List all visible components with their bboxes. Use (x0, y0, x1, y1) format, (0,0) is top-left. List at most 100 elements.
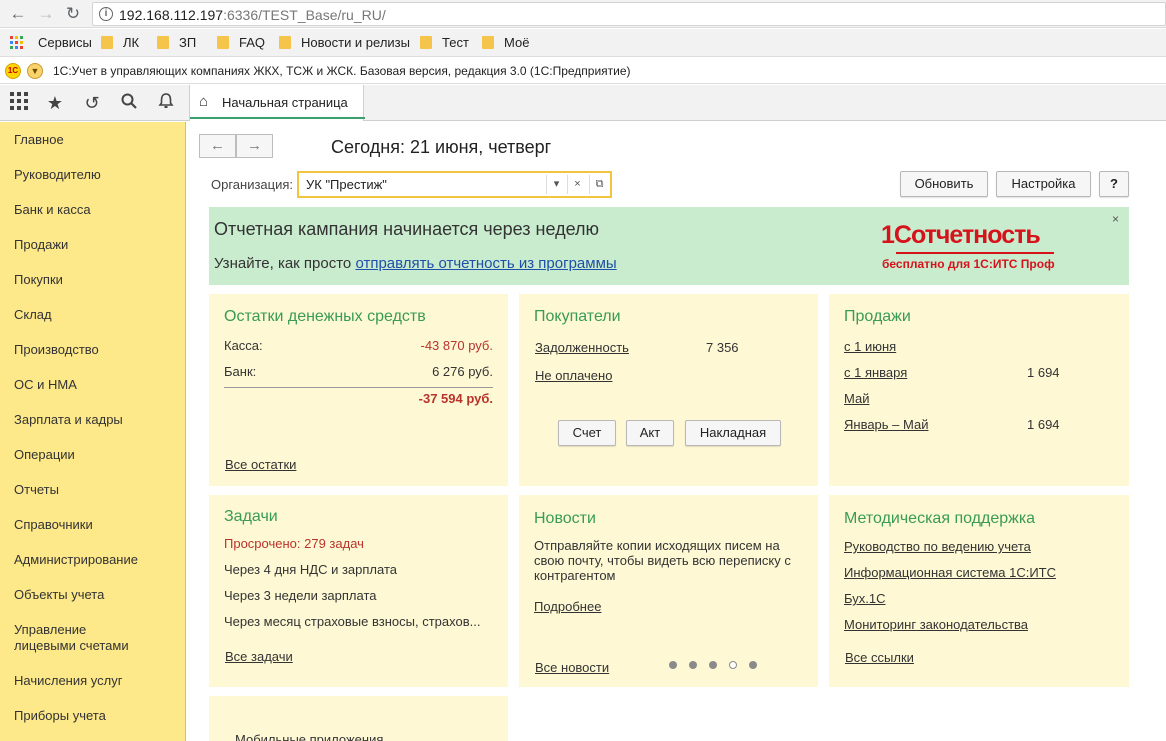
refresh-button[interactable]: Обновить (900, 171, 988, 197)
support-link[interactable]: Руководство по ведению учета (844, 539, 1031, 554)
help-button[interactable]: ? (1099, 171, 1129, 197)
active-tab-indicator (190, 117, 365, 119)
settings-button[interactable]: Настройка (996, 171, 1091, 197)
card-title: Продажи (844, 308, 911, 325)
sidebar-item-main[interactable]: Главное (14, 132, 64, 148)
notifications-bell-icon[interactable] (155, 92, 177, 114)
bookmark-zp[interactable]: ЗП (157, 35, 196, 50)
url-input[interactable]: i 192.168.112.197:6336/TEST_Base/ru_RU/ (92, 2, 1166, 26)
support-link[interactable]: Мониторинг законодательства (844, 617, 1028, 632)
debt-link[interactable]: Задолженность (535, 340, 629, 355)
sidebar-item-purchases[interactable]: Покупки (14, 272, 63, 288)
sidebar-item-warehouse[interactable]: Склад (14, 307, 52, 323)
task-item[interactable]: Через 3 недели зарплата (224, 588, 376, 603)
support-card: Методическая поддержка Руководство по ве… (829, 495, 1129, 687)
carousel-dot[interactable] (689, 661, 697, 669)
total-value: -37 594 руб. (418, 391, 493, 406)
carousel-dot-active[interactable] (729, 661, 737, 669)
back-arrow-icon[interactable]: ← (7, 3, 29, 25)
clear-x-icon[interactable]: × (567, 175, 587, 194)
organization-value: УК "Престиж" (306, 177, 387, 192)
bank-value: 6 276 руб. (432, 364, 493, 379)
support-link[interactable]: Информационная система 1С:ИТС (844, 565, 1056, 580)
organization-input[interactable]: УК "Престиж" ▾ × ⧉ (297, 171, 612, 198)
sidebar-item-bank-cash[interactable]: Банк и касса (14, 202, 91, 218)
sidebar-item-fixed-assets[interactable]: ОС и НМА (14, 377, 77, 393)
sections-sidebar: Главное Руководителю Банк и касса Продаж… (0, 122, 186, 741)
invoice-button[interactable]: Счет (558, 420, 616, 446)
sidebar-item-production[interactable]: Производство (14, 342, 99, 358)
cash-balances-card: Остатки денежных средств Касса: -43 870 … (209, 294, 508, 486)
sidebar-item-catalogs[interactable]: Справочники (14, 517, 93, 533)
sidebar-item-service-charges[interactable]: Начисления услуг (14, 673, 122, 689)
support-link[interactable]: Бух.1С (844, 591, 885, 606)
bookmarks-bar: Сервисы ЛК ЗП FAQ Новости и релизы Тест … (0, 29, 1166, 57)
news-more-link[interactable]: Подробнее (534, 599, 601, 614)
all-balances-link[interactable]: Все остатки (225, 457, 296, 472)
forward-arrow-icon[interactable]: → (35, 3, 57, 25)
search-icon[interactable] (118, 92, 140, 114)
sidebar-item-salary-hr[interactable]: Зарплата и кадры (14, 412, 123, 428)
sidebar-item-manager[interactable]: Руководителю (14, 167, 101, 183)
bookmark-faq[interactable]: FAQ (217, 35, 265, 50)
history-icon[interactable]: ↺ (81, 92, 103, 114)
bookmark-lk[interactable]: ЛК (101, 35, 139, 50)
card-title: Остатки денежных средств (224, 308, 426, 325)
sidebar-item-sales[interactable]: Продажи (14, 237, 68, 253)
banner-link[interactable]: отправлять отчетность из программы (355, 255, 616, 272)
browser-address-bar: ← → ↻ i 192.168.112.197:6336/TEST_Base/r… (0, 0, 1166, 28)
bookmark-test[interactable]: Тест (420, 35, 469, 50)
all-tasks-link[interactable]: Все задачи (225, 649, 293, 664)
sales-row-link[interactable]: Май (844, 391, 869, 406)
carousel-dot[interactable] (709, 661, 717, 669)
card-title: Новости (534, 510, 596, 527)
info-icon[interactable]: i (99, 7, 113, 21)
sidebar-item-meters[interactable]: Приборы учета (14, 708, 106, 724)
unpaid-link[interactable]: Не оплачено (535, 368, 612, 383)
kassa-label: Касса: (224, 338, 263, 353)
bookmark-moe[interactable]: Моё (482, 35, 529, 50)
carousel-dot[interactable] (749, 661, 757, 669)
act-button[interactable]: Акт (626, 420, 674, 446)
dropdown-arrow-icon[interactable]: ▾ (546, 175, 566, 194)
all-news-link[interactable]: Все новости (535, 660, 609, 675)
today-date: Сегодня: 21 июня, четверг (331, 137, 552, 157)
sales-row-link[interactable]: Январь – Май (844, 417, 928, 432)
app-title: 1С:Учет в управляющих компаниях ЖКХ, ТСЖ… (53, 64, 631, 78)
app-title-bar: 1С ▼ 1С:Учет в управляющих компаниях ЖКХ… (0, 58, 1166, 84)
apps-grid-icon[interactable] (10, 36, 24, 50)
bookmark-services[interactable]: Сервисы (38, 35, 92, 50)
url-host: 192.168.112.197 (119, 7, 224, 23)
history-forward-button[interactable]: → (236, 134, 273, 158)
mobile-apps-link[interactable]: Мобильные приложения (235, 732, 383, 741)
sidebar-item-reports[interactable]: Отчеты (14, 482, 59, 498)
sales-row-link[interactable]: с 1 января (844, 365, 907, 380)
carousel-dot[interactable] (669, 661, 677, 669)
favorites-star-icon[interactable]: ★ (44, 92, 66, 114)
news-card: Новости Отправляйте копии исходящих писе… (519, 495, 818, 687)
open-form-icon[interactable]: ⧉ (589, 175, 609, 194)
banner-close-icon[interactable]: × (1112, 212, 1119, 226)
tab-home-page[interactable]: ⌂ Начальная страница (189, 85, 365, 121)
main-menu-icon[interactable]: ▼ (27, 63, 43, 79)
tab-home-label: Начальная страница (222, 95, 348, 110)
bookmark-news-releases[interactable]: Новости и релизы (279, 35, 410, 50)
buyers-card: Покупатели Задолженность 7 356 Не оплаче… (519, 294, 818, 486)
folder-icon (217, 36, 229, 49)
mobile-apps-card: Мобильные приложения (209, 696, 508, 741)
waybill-button[interactable]: Накладная (685, 420, 781, 446)
task-item[interactable]: Через месяц страховые взносы, страхов... (224, 614, 480, 629)
reload-icon[interactable]: ↻ (62, 3, 84, 25)
sales-row-link[interactable]: с 1 июня (844, 339, 896, 354)
history-back-button[interactable]: ← (199, 134, 236, 158)
sidebar-item-personal-accounts[interactable]: Управление лицевыми счетами (14, 622, 129, 654)
sections-grid-icon[interactable] (8, 92, 30, 114)
reporting-tagline: бесплатно для 1С:ИТС Проф (882, 257, 1055, 271)
task-item[interactable]: Через 4 дня НДС и зарплата (224, 562, 397, 577)
overdue-tasks[interactable]: Просрочено: 279 задач (224, 536, 364, 551)
all-links-link[interactable]: Все ссылки (845, 650, 914, 665)
url-path: :6336/TEST_Base/ru_RU/ (223, 7, 386, 23)
sidebar-item-accounting-objects[interactable]: Объекты учета (14, 587, 104, 603)
sidebar-item-administration[interactable]: Администрирование (14, 552, 138, 568)
sidebar-item-operations[interactable]: Операции (14, 447, 75, 463)
